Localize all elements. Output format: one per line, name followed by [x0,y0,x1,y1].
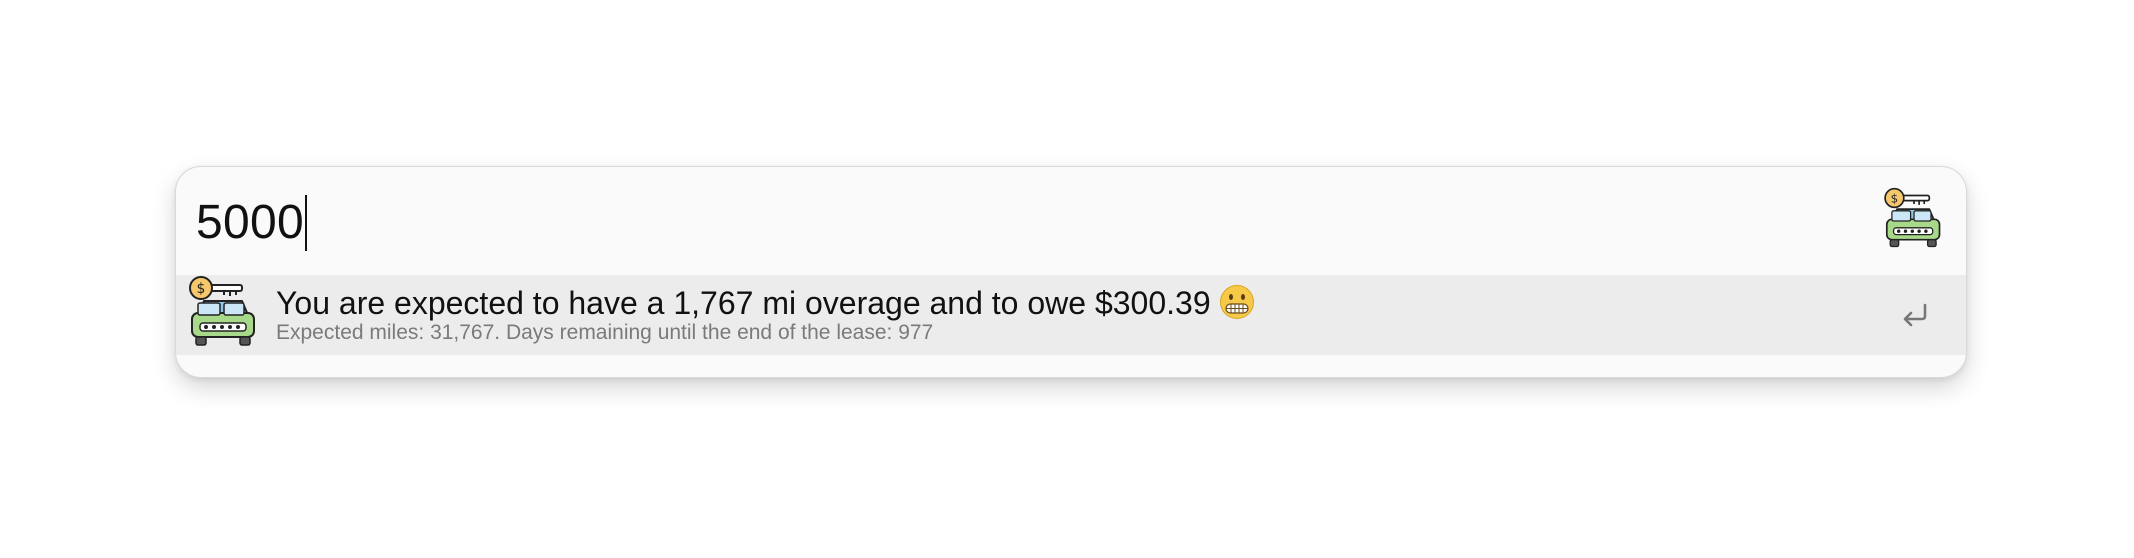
car-lease-dollar-key-icon: $ [189,276,255,346]
launcher-window: 5000 $ $ You are expected to have a 1,76… [175,166,1967,378]
svg-text:$: $ [197,281,206,297]
svg-text:$: $ [1891,191,1899,205]
search-input[interactable]: 5000 [196,195,307,251]
car-lease-dollar-key-icon: $ [1884,187,1941,248]
result-title: You are expected to have a 1,767 mi over… [276,284,1255,324]
search-input-value: 5000 [196,196,304,249]
search-bar[interactable]: 5000 $ [176,167,1966,275]
result-item[interactable]: $ You are expected to have a 1,767 mi ov… [176,275,1966,355]
result-subtitle: Expected miles: 31,767. Days remaining u… [276,321,934,344]
enter-return-icon[interactable] [1900,301,1930,329]
grimacing-face-icon [1219,284,1254,319]
result-title-text: You are expected to have a 1,767 mi over… [276,285,1211,321]
text-caret [304,195,307,251]
